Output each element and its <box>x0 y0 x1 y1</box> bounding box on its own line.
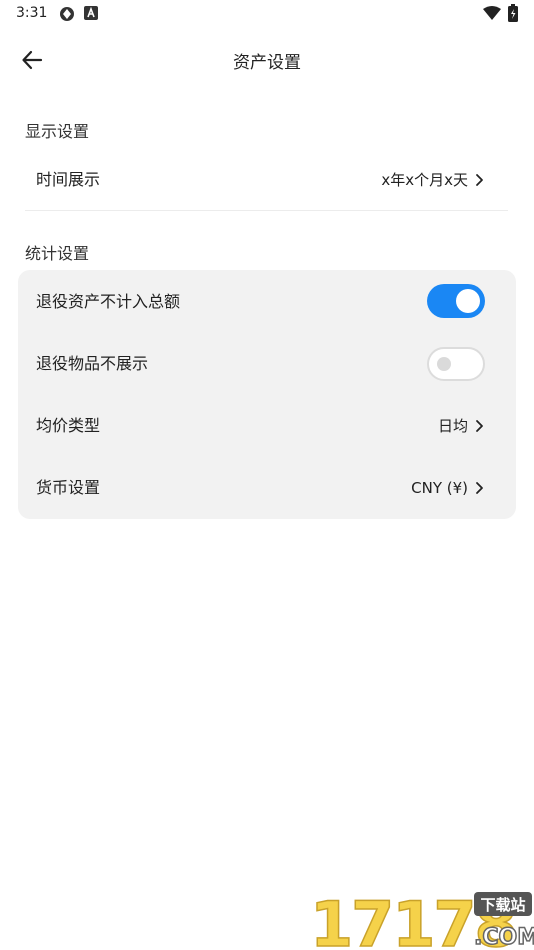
section-divider <box>25 210 508 211</box>
exclude-retired-assets-label: 退役资产不计入总额 <box>36 292 181 311</box>
svg-text:下载站: 下载站 <box>480 896 525 914</box>
average-price-type-value: 日均 <box>437 417 468 435</box>
average-price-type-label: 均价类型 <box>36 416 101 435</box>
page-title: 资产设置 <box>233 53 301 73</box>
toggle-knob <box>456 289 480 313</box>
status-time: 3:31 <box>16 5 48 21</box>
hide-retired-items-row: 退役物品不展示 <box>18 333 516 395</box>
status-bar: 3:31 <box>0 0 534 28</box>
currency-settings-value: CNY (¥) <box>411 479 468 497</box>
wifi-icon <box>483 6 501 20</box>
chevron-right-icon <box>476 174 483 186</box>
display-section-title: 显示设置 <box>25 122 90 141</box>
currency-settings-row[interactable]: 货币设置 CNY (¥) <box>18 457 516 519</box>
hide-retired-items-toggle[interactable] <box>427 347 485 381</box>
settings-cog-icon <box>60 7 74 21</box>
site-watermark-logo: 17178 下载站 .COM <box>309 888 534 950</box>
exclude-retired-assets-row: 退役资产不计入总额 <box>18 270 516 333</box>
currency-settings-label: 货币设置 <box>36 478 101 497</box>
app-bar: 资产设置 <box>0 32 534 88</box>
time-display-value: x年x个月x天 <box>381 171 468 189</box>
average-price-type-row[interactable]: 均价类型 日均 <box>18 395 516 457</box>
svg-text:.COM: .COM <box>474 925 534 950</box>
stats-section-title: 统计设置 <box>25 244 90 263</box>
hide-retired-items-label: 退役物品不展示 <box>36 354 149 373</box>
chevron-right-icon <box>476 420 483 432</box>
battery-icon <box>508 4 518 22</box>
time-display-row[interactable]: 时间展示 x年x个月x天 <box>18 149 516 211</box>
text-box-icon <box>84 6 98 20</box>
stats-settings-card: 退役资产不计入总额 退役物品不展示 均价类型 日均 货币设置 CNY (¥) <box>18 270 516 519</box>
chevron-right-icon <box>476 482 483 494</box>
time-display-label: 时间展示 <box>36 170 101 189</box>
exclude-retired-assets-toggle[interactable] <box>427 284 485 318</box>
toggle-knob <box>437 357 451 371</box>
